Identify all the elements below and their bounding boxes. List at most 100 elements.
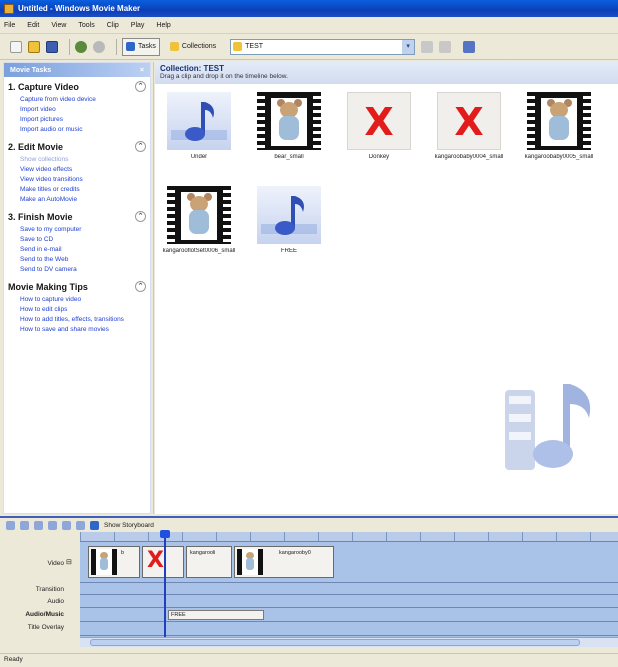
close-icon[interactable]: ×	[140, 67, 144, 74]
chevron-up-icon[interactable]: ⌃	[135, 211, 146, 222]
timeline-tracks[interactable]: b X kangarooli kangarooby0 FREE	[80, 530, 618, 647]
zoom-in-icon[interactable]	[34, 520, 43, 530]
task-save-to-cd[interactable]: Save to CD	[8, 235, 146, 245]
task-import-video[interactable]: Import video	[8, 105, 146, 115]
movie-tasks-header: Movie Tasks ×	[4, 63, 150, 77]
clip-thumbnail: X	[437, 92, 501, 150]
filmstrip-edge	[223, 186, 231, 244]
collections-button[interactable]: Collections	[166, 38, 220, 56]
pane-splitter[interactable]	[153, 62, 154, 514]
playhead[interactable]	[164, 532, 166, 637]
section-edit-movie: 2. Edit Movie ⌃ Show collections View vi…	[4, 137, 150, 207]
timeline-audio-clip[interactable]: FREE	[168, 610, 264, 620]
clip-item[interactable]: X kangaroobaby0004_small	[429, 92, 509, 176]
timeline-video-clip[interactable]: X	[142, 546, 184, 578]
menu-file[interactable]: File	[4, 22, 15, 29]
task-send-email[interactable]: Send in e-mail	[8, 245, 146, 255]
expand-track-icon[interactable]: ⊟	[66, 558, 72, 566]
clip-item[interactable]: kangarooflotSet0006_small	[159, 186, 239, 270]
task-capture-from-device[interactable]: Capture from video device	[8, 95, 146, 105]
menu-bar: File Edit View Tools Clip Play Help	[0, 17, 618, 34]
clip-item[interactable]: Under	[159, 92, 239, 176]
section-title-text: 1. Capture Video	[8, 81, 79, 92]
timeline-panel: Show Storyboard Video ⊟ Transition Audio…	[0, 516, 618, 653]
up-one-level-icon[interactable]	[421, 40, 434, 53]
scrollbar-thumb[interactable]	[90, 639, 580, 646]
task-show-collections[interactable]: Show collections	[8, 155, 146, 165]
clip-thumbnail	[257, 186, 321, 244]
playhead-handle[interactable]	[160, 530, 170, 538]
tasks-button[interactable]: Tasks	[122, 37, 160, 56]
task-send-dv-camera[interactable]: Send to DV camera	[8, 265, 146, 275]
music-note-icon	[261, 196, 317, 235]
task-view-video-transitions[interactable]: View video transitions	[8, 175, 146, 185]
clip-name: kangaroobaby0005_small	[524, 154, 594, 160]
open-project-icon[interactable]	[28, 40, 40, 53]
set-audio-levels-icon[interactable]	[6, 520, 15, 530]
views-icon[interactable]	[463, 40, 476, 53]
menu-edit[interactable]: Edit	[27, 22, 39, 29]
menu-tools[interactable]: Tools	[78, 22, 94, 29]
task-view-video-effects[interactable]: View video effects	[8, 165, 146, 175]
menu-help[interactable]: Help	[156, 22, 170, 29]
chevron-up-icon[interactable]: ⌃	[135, 81, 146, 92]
task-import-pictures[interactable]: Import pictures	[8, 115, 146, 125]
tip-save-share[interactable]: How to save and share movies	[8, 325, 146, 335]
section-title[interactable]: 2. Edit Movie ⌃	[8, 141, 146, 152]
save-project-icon[interactable]	[46, 40, 58, 53]
undo-icon[interactable]	[75, 40, 87, 53]
rewind-icon[interactable]	[62, 520, 71, 530]
clip-item[interactable]: kangaroobaby0005_small	[519, 92, 599, 176]
track-divider	[80, 607, 618, 608]
play-timeline-icon[interactable]	[76, 520, 85, 530]
menu-play[interactable]: Play	[131, 22, 145, 29]
tip-add-titles[interactable]: How to add titles, effects, transitions	[8, 315, 146, 325]
task-save-to-computer[interactable]: Save to my computer	[8, 225, 146, 235]
clip-name: FREE	[280, 248, 297, 254]
menu-clip[interactable]: Clip	[107, 22, 119, 29]
section-capture-video: 1. Capture Video ⌃ Capture from video de…	[4, 77, 150, 137]
track-label-audio-music: Audio/Music	[25, 611, 64, 618]
tip-edit-clips[interactable]: How to edit clips	[8, 305, 146, 315]
filmstrip-edge	[313, 92, 321, 150]
clip-name: bear_small	[274, 154, 304, 160]
chevron-down-icon[interactable]: ▾	[402, 39, 415, 54]
task-send-web[interactable]: Send to the Web	[8, 255, 146, 265]
bear-image	[181, 192, 217, 240]
app-icon	[4, 3, 14, 14]
folder-icon	[233, 42, 243, 51]
new-collection-folder-icon[interactable]	[439, 40, 452, 53]
timeline-video-clip[interactable]: kangarooby0	[234, 546, 334, 578]
toolbar-separator	[116, 38, 117, 55]
show-storyboard-button[interactable]: Show Storyboard	[104, 522, 154, 529]
timeline-video-clip[interactable]: kangarooli	[186, 546, 232, 578]
tip-capture-video[interactable]: How to capture video	[8, 295, 146, 305]
status-bar: Ready	[0, 653, 618, 667]
section-title[interactable]: 3. Finish Movie ⌃	[8, 211, 146, 222]
task-make-automovie[interactable]: Make an AutoMovie	[8, 195, 146, 205]
collection-dropdown[interactable]: TEST ▾	[230, 38, 416, 55]
task-import-audio[interactable]: Import audio or music	[8, 125, 146, 135]
redo-icon[interactable]	[93, 40, 105, 53]
collections-icon	[169, 42, 179, 51]
storyboard-icon[interactable]	[90, 520, 99, 530]
movie-tasks-title: Movie Tasks	[10, 66, 52, 74]
chevron-up-icon[interactable]: ⌃	[135, 281, 146, 292]
menu-view[interactable]: View	[51, 22, 66, 29]
clip-item[interactable]: bear_small	[249, 92, 329, 176]
status-text: Ready	[4, 656, 23, 663]
task-make-titles[interactable]: Make titles or credits	[8, 185, 146, 195]
section-title[interactable]: Movie Making Tips ⌃	[8, 281, 146, 292]
timeline-scrollbar[interactable]	[80, 637, 618, 647]
clip-item[interactable]: X Donkey	[339, 92, 419, 176]
timeline-video-clip[interactable]: b	[88, 546, 140, 578]
clip-item[interactable]: FREE	[249, 186, 329, 270]
zoom-out-icon[interactable]	[48, 520, 57, 530]
narrate-timeline-icon[interactable]	[20, 520, 29, 530]
section-title[interactable]: 1. Capture Video ⌃	[8, 81, 146, 92]
chevron-up-icon[interactable]: ⌃	[135, 141, 146, 152]
title-bar: Untitled - Windows Movie Maker	[0, 0, 618, 17]
filmstrip-edge	[527, 92, 535, 150]
new-project-icon[interactable]	[10, 40, 22, 53]
bear-image	[541, 98, 577, 146]
